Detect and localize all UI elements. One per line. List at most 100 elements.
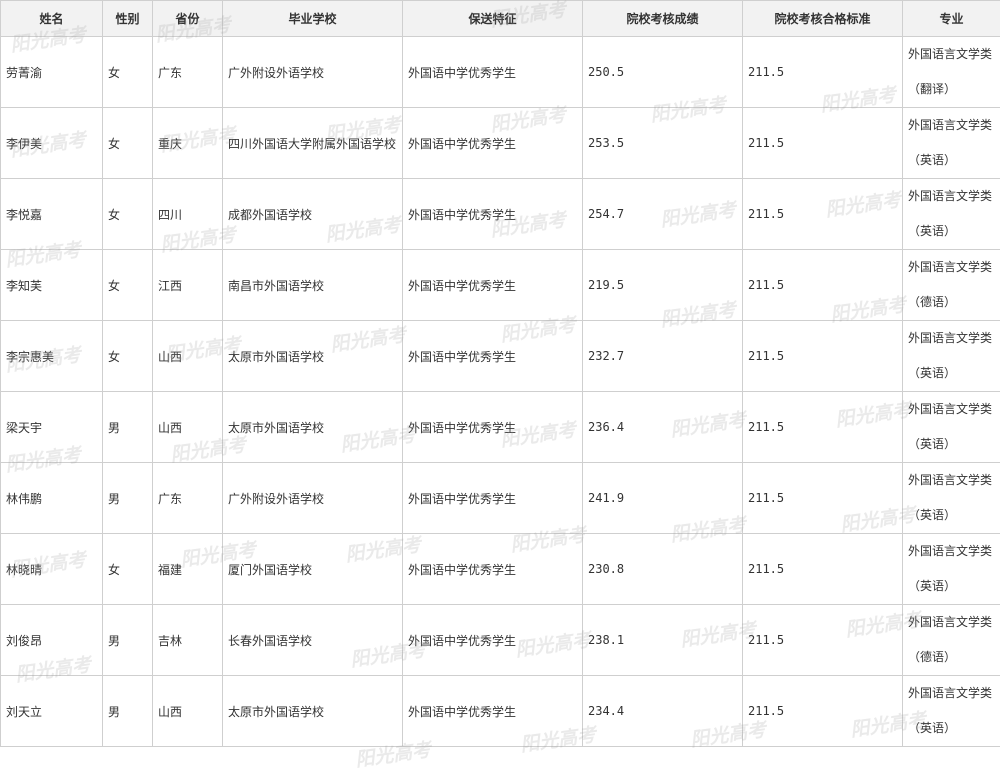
cell-gender: 女	[103, 179, 153, 250]
cell-major: 外国语言文学类（英语）	[903, 676, 1000, 747]
cell-province: 山西	[153, 321, 223, 392]
cell-name: 李宗惠美	[1, 321, 103, 392]
cell-province: 江西	[153, 250, 223, 321]
cell-name: 劳菁渝	[1, 37, 103, 108]
table-row: 刘天立 男 山西 太原市外国语学校 外国语中学优秀学生 234.4 211.5 …	[1, 676, 1000, 747]
cell-gender: 女	[103, 534, 153, 605]
cell-major: 外国语言文学类（英语）	[903, 463, 1000, 534]
cell-province: 福建	[153, 534, 223, 605]
cell-major: 外国语言文学类（英语）	[903, 392, 1000, 463]
cell-major: 外国语言文学类（英语）	[903, 534, 1000, 605]
major-name: 外国语言文学类	[908, 605, 1000, 640]
major-sub: （英语）	[908, 214, 1000, 249]
cell-school: 厦门外国语学校	[223, 534, 403, 605]
table-row: 林伟鹏 男 广东 广外附设外语学校 外国语中学优秀学生 241.9 211.5 …	[1, 463, 1000, 534]
header-school: 毕业学校	[223, 1, 403, 37]
table-row: 林晓晴 女 福建 厦门外国语学校 外国语中学优秀学生 230.8 211.5 外…	[1, 534, 1000, 605]
cell-score: 253.5	[583, 108, 743, 179]
cell-school: 长春外国语学校	[223, 605, 403, 676]
cell-standard: 211.5	[743, 250, 903, 321]
cell-province: 山西	[153, 392, 223, 463]
major-sub: （英语）	[908, 427, 1000, 462]
cell-standard: 211.5	[743, 605, 903, 676]
cell-score: 230.8	[583, 534, 743, 605]
major-sub: （英语）	[908, 498, 1000, 533]
cell-standard: 211.5	[743, 676, 903, 747]
major-name: 外国语言文学类	[908, 108, 1000, 143]
cell-gender: 女	[103, 321, 153, 392]
cell-major: 外国语言文学类（英语）	[903, 179, 1000, 250]
header-gender: 性别	[103, 1, 153, 37]
cell-score: 232.7	[583, 321, 743, 392]
major-name: 外国语言文学类	[908, 392, 1000, 427]
cell-feature: 外国语中学优秀学生	[403, 676, 583, 747]
major-sub: （翻译）	[908, 72, 1000, 107]
major-name: 外国语言文学类	[908, 250, 1000, 285]
cell-school: 太原市外国语学校	[223, 392, 403, 463]
major-sub: （英语）	[908, 569, 1000, 604]
cell-major: 外国语言文学类（德语）	[903, 605, 1000, 676]
cell-feature: 外国语中学优秀学生	[403, 605, 583, 676]
cell-gender: 女	[103, 108, 153, 179]
cell-school: 太原市外国语学校	[223, 676, 403, 747]
cell-province: 重庆	[153, 108, 223, 179]
header-name: 姓名	[1, 1, 103, 37]
cell-score: 241.9	[583, 463, 743, 534]
major-name: 外国语言文学类	[908, 321, 1000, 356]
cell-score: 250.5	[583, 37, 743, 108]
cell-major: 外国语言文学类（英语）	[903, 108, 1000, 179]
cell-gender: 男	[103, 392, 153, 463]
header-row: 姓名 性别 省份 毕业学校 保送特征 院校考核成绩 院校考核合格标准 专业	[1, 1, 1000, 37]
cell-feature: 外国语中学优秀学生	[403, 392, 583, 463]
cell-province: 广东	[153, 37, 223, 108]
major-sub: （德语）	[908, 640, 1000, 675]
cell-name: 刘俊昂	[1, 605, 103, 676]
cell-school: 南昌市外国语学校	[223, 250, 403, 321]
cell-school: 太原市外国语学校	[223, 321, 403, 392]
table-row: 李知芙 女 江西 南昌市外国语学校 外国语中学优秀学生 219.5 211.5 …	[1, 250, 1000, 321]
major-sub: （英语）	[908, 356, 1000, 391]
cell-major: 外国语言文学类（德语）	[903, 250, 1000, 321]
cell-standard: 211.5	[743, 108, 903, 179]
cell-name: 梁天宇	[1, 392, 103, 463]
header-feature: 保送特征	[403, 1, 583, 37]
cell-gender: 男	[103, 676, 153, 747]
cell-name: 李伊美	[1, 108, 103, 179]
major-name: 外国语言文学类	[908, 676, 1000, 711]
cell-province: 广东	[153, 463, 223, 534]
cell-school: 成都外国语学校	[223, 179, 403, 250]
cell-standard: 211.5	[743, 392, 903, 463]
table-row: 李伊美 女 重庆 四川外国语大学附属外国语学校 外国语中学优秀学生 253.5 …	[1, 108, 1000, 179]
cell-name: 刘天立	[1, 676, 103, 747]
cell-standard: 211.5	[743, 37, 903, 108]
major-name: 外国语言文学类	[908, 37, 1000, 72]
cell-name: 李悦嘉	[1, 179, 103, 250]
cell-gender: 女	[103, 37, 153, 108]
cell-name: 李知芙	[1, 250, 103, 321]
cell-major: 外国语言文学类（英语）	[903, 321, 1000, 392]
table-row: 李宗惠美 女 山西 太原市外国语学校 外国语中学优秀学生 232.7 211.5…	[1, 321, 1000, 392]
table-row: 劳菁渝 女 广东 广外附设外语学校 外国语中学优秀学生 250.5 211.5 …	[1, 37, 1000, 108]
cell-feature: 外国语中学优秀学生	[403, 250, 583, 321]
admission-table: 姓名 性别 省份 毕业学校 保送特征 院校考核成绩 院校考核合格标准 专业 劳菁…	[0, 0, 1000, 747]
major-sub: （英语）	[908, 143, 1000, 178]
major-name: 外国语言文学类	[908, 179, 1000, 214]
cell-score: 254.7	[583, 179, 743, 250]
cell-score: 238.1	[583, 605, 743, 676]
cell-major: 外国语言文学类（翻译）	[903, 37, 1000, 108]
cell-feature: 外国语中学优秀学生	[403, 179, 583, 250]
cell-feature: 外国语中学优秀学生	[403, 108, 583, 179]
cell-gender: 女	[103, 250, 153, 321]
cell-gender: 男	[103, 463, 153, 534]
cell-school: 四川外国语大学附属外国语学校	[223, 108, 403, 179]
cell-province: 四川	[153, 179, 223, 250]
cell-standard: 211.5	[743, 321, 903, 392]
cell-school: 广外附设外语学校	[223, 37, 403, 108]
table-row: 刘俊昂 男 吉林 长春外国语学校 外国语中学优秀学生 238.1 211.5 外…	[1, 605, 1000, 676]
cell-name: 林伟鹏	[1, 463, 103, 534]
table-row: 梁天宇 男 山西 太原市外国语学校 外国语中学优秀学生 236.4 211.5 …	[1, 392, 1000, 463]
cell-standard: 211.5	[743, 534, 903, 605]
cell-school: 广外附设外语学校	[223, 463, 403, 534]
cell-feature: 外国语中学优秀学生	[403, 463, 583, 534]
cell-gender: 男	[103, 605, 153, 676]
